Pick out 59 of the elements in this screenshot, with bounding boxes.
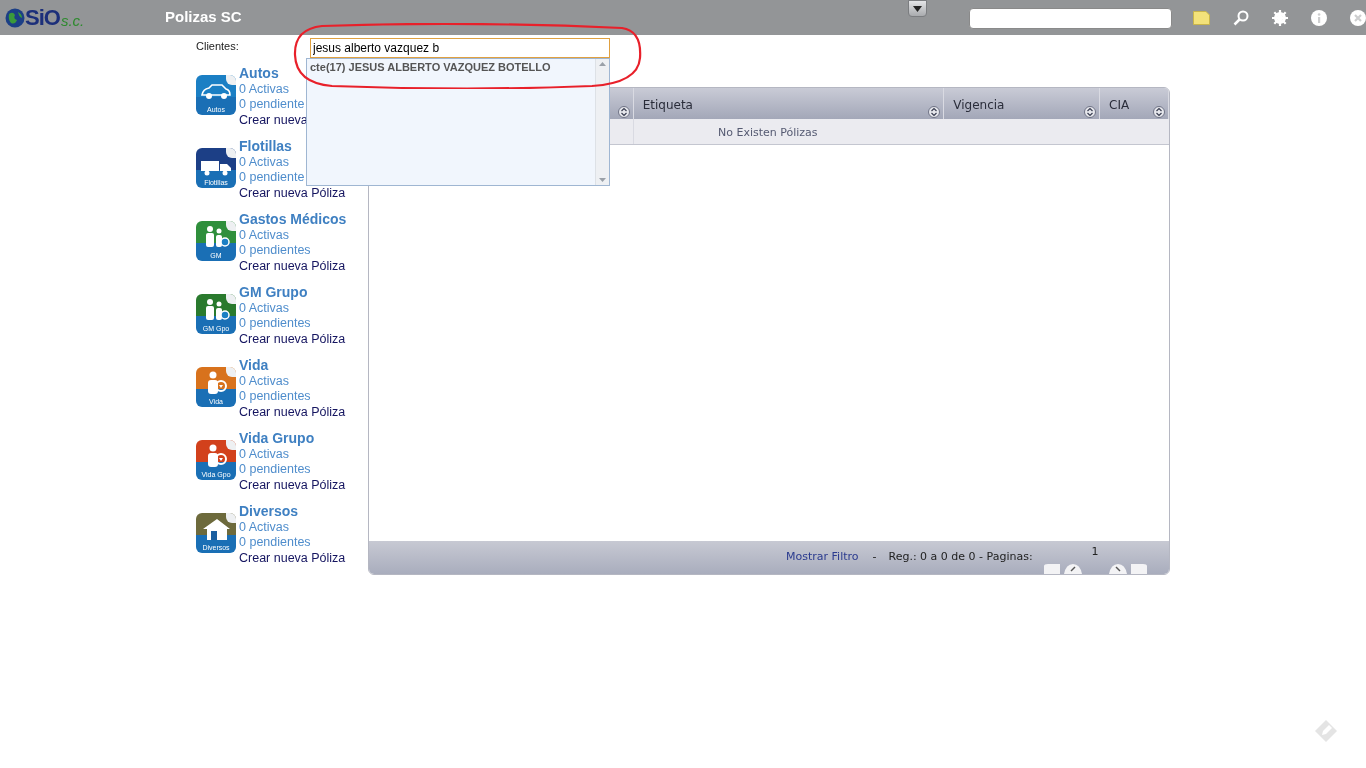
pending-count[interactable]: 0 pendiente [239, 170, 305, 186]
clients-label: Clientes: [196, 38, 240, 54]
sort-icon[interactable] [928, 106, 941, 118]
pending-count[interactable]: 0 pendientes [239, 462, 311, 478]
sort-icon[interactable] [1084, 106, 1097, 118]
category-title[interactable]: Diversos [239, 504, 299, 520]
note-icon[interactable] [1193, 10, 1210, 25]
separator-text: - [872, 549, 877, 566]
sort-icon[interactable] [1153, 106, 1165, 118]
create-policy-link[interactable]: Crear nueva Póliza [239, 477, 346, 493]
close-icon[interactable] [1350, 9, 1366, 26]
menu-dropdown-button[interactable] [907, 0, 927, 17]
sort-icon[interactable] [617, 106, 630, 118]
pending-count[interactable]: 0 pendientes [239, 243, 311, 259]
create-policy-link[interactable]: Crear nueva Póliza [239, 185, 346, 201]
records-info: Reg.: 0 a 0 de 0 - Paginas: [888, 549, 1033, 566]
category-title[interactable]: Gastos Médicos [239, 212, 347, 228]
pending-count[interactable]: 0 pendientes [239, 535, 311, 551]
create-policy-link[interactable]: Crear nueva Póliza [239, 258, 346, 274]
create-policy-link[interactable]: Crear nueva Póliza [239, 331, 346, 347]
next-page-icon[interactable] [1108, 562, 1147, 574]
truck-icon [200, 158, 232, 176]
scroll-up-icon[interactable] [599, 62, 606, 66]
page-number: 1 [1091, 544, 1099, 561]
search-icon[interactable] [1233, 9, 1249, 26]
active-count[interactable]: 0 Activas [239, 300, 290, 316]
suggestion-item[interactable]: cte(17) JESUS ALBERTO VAZQUEZ BOTELLO [310, 60, 595, 74]
globe-icon [5, 7, 25, 28]
info-icon[interactable] [1311, 9, 1327, 26]
car-icon [200, 83, 232, 101]
active-count[interactable]: 0 Activas [239, 519, 290, 535]
scroll-down-icon[interactable] [599, 178, 606, 182]
empty-message: No Existen Pólizas [718, 125, 818, 141]
create-policy-link[interactable]: Crear nueva Póliza [239, 550, 346, 566]
active-count[interactable]: 0 Activas [239, 446, 290, 462]
active-count[interactable]: 0 Activas [239, 154, 290, 170]
active-count[interactable]: 0 Activas [239, 373, 290, 389]
category-title[interactable]: Flotillas [239, 139, 292, 155]
category-title[interactable]: Autos [239, 66, 279, 82]
app-title: Polizas SC [165, 7, 242, 28]
scrollbar[interactable] [595, 59, 609, 185]
pending-count[interactable]: 0 pendientes [239, 316, 311, 332]
show-filter-link[interactable]: Mostrar Filtro [786, 548, 859, 566]
logo-suffix: s.c. [60, 13, 85, 28]
category-title[interactable]: GM Grupo [239, 285, 308, 301]
pending-count[interactable]: 0 pendientes [239, 389, 311, 405]
previous-page-icon[interactable] [1043, 562, 1082, 574]
active-count[interactable]: 0 Activas [239, 81, 290, 97]
active-count[interactable]: 0 Activas [239, 227, 290, 243]
category-title[interactable]: Vida Grupo [239, 431, 315, 447]
pending-count[interactable]: 0 pendiente [239, 97, 305, 113]
create-policy-link[interactable]: Crear nueva Póliza [239, 404, 346, 420]
caret-icon [912, 5, 922, 12]
house-icon [201, 517, 231, 541]
client-search-field[interactable]: jesus alberto vazquez b [310, 38, 610, 58]
settings-icon[interactable] [1272, 9, 1288, 26]
logo-text: SiO [25, 6, 60, 29]
category-title[interactable]: Vida [239, 358, 269, 374]
search-field[interactable] [969, 8, 1172, 29]
